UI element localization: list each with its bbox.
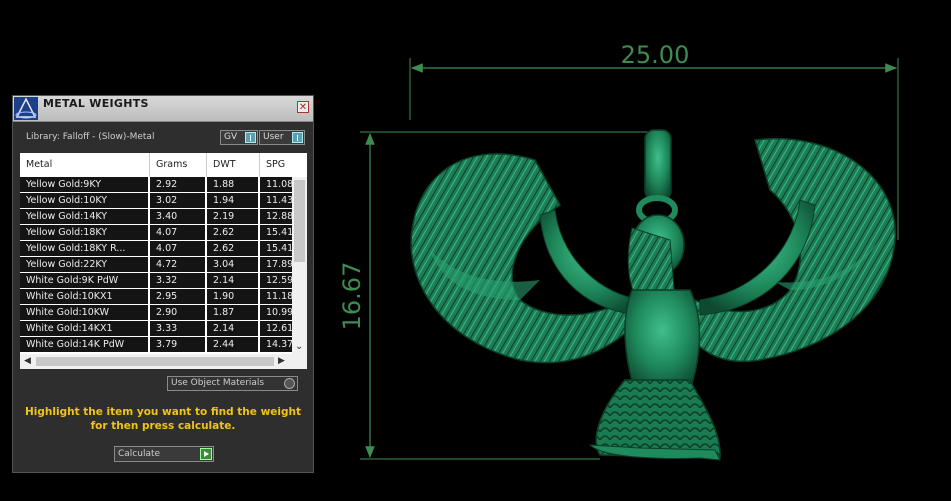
column-header-metal[interactable]: Metal: [20, 153, 150, 177]
cell-spg: 11.43: [260, 193, 292, 208]
cell-dwt: 2.14: [207, 321, 258, 336]
cell-spg: 15.41: [260, 225, 292, 240]
cell-spg: 14.37: [260, 337, 292, 352]
cell-metal: Yellow Gold:22KY: [20, 257, 148, 272]
cell-metal: White Gold:14KX1: [20, 321, 148, 336]
isis-pendant-model: [410, 129, 896, 461]
cell-metal: White Gold:10KX1: [20, 289, 148, 304]
width-dimension-label: 25.00: [621, 41, 690, 69]
table-row[interactable]: Yellow Gold:10KY 3.02 1.94 11.43: [20, 193, 292, 209]
cell-dwt: 2.62: [207, 225, 258, 240]
cell-metal: Yellow Gold:18KY R...: [20, 241, 148, 256]
panel-title: METAL WEIGHTS: [43, 97, 149, 110]
chevron-down-icon[interactable]: ⌄: [295, 342, 303, 352]
cell-spg: 12.61: [260, 321, 292, 336]
toggle-switch-icon: [245, 132, 256, 143]
calculate-button[interactable]: Calculate: [114, 446, 214, 462]
table-row[interactable]: White Gold:10KW 2.90 1.87 10.99: [20, 305, 292, 321]
cell-dwt: 1.90: [207, 289, 258, 304]
cell-spg: 11.18: [260, 289, 292, 304]
cell-dwt: 1.94: [207, 193, 258, 208]
table-row[interactable]: Yellow Gold:18KY 4.07 2.62 15.41: [20, 225, 292, 241]
cell-grams: 2.92: [150, 177, 205, 192]
table-row[interactable]: White Gold:14K PdW 3.79 2.44 14.37: [20, 337, 292, 353]
close-button[interactable]: ✕: [297, 101, 309, 113]
cell-grams: 4.72: [150, 257, 205, 272]
cell-dwt: 2.19: [207, 209, 258, 224]
cell-dwt: 1.87: [207, 305, 258, 320]
cell-spg: 17.89: [260, 257, 292, 272]
radio-icon: [284, 378, 295, 389]
cell-dwt: 1.88: [207, 177, 258, 192]
table-row[interactable]: White Gold:14KX1 3.33 2.14 12.61: [20, 321, 292, 337]
toggle-switch-icon: [292, 132, 303, 143]
cell-metal: Yellow Gold:18KY: [20, 225, 148, 240]
close-icon: ✕: [298, 102, 308, 113]
column-header-spg[interactable]: SPG: [260, 153, 292, 177]
cell-spg: 12.88: [260, 209, 292, 224]
cell-dwt: 3.04: [207, 257, 258, 272]
cell-metal: White Gold:9K PdW: [20, 273, 148, 288]
horizontal-scrollbar[interactable]: ◀ ▶: [20, 354, 307, 369]
column-header-dwt[interactable]: DWT: [207, 153, 260, 177]
help-text: Highlight the item you want to find the …: [25, 406, 301, 432]
cell-grams: 4.07: [150, 225, 205, 240]
cell-metal: White Gold:14K PdW: [20, 337, 148, 352]
cell-spg: 15.41: [260, 241, 292, 256]
cell-dwt: 2.44: [207, 337, 258, 352]
gv-toggle-label: GV: [224, 132, 238, 142]
table-row[interactable]: White Gold:9K PdW 3.32 2.14 12.59: [20, 273, 292, 289]
gemvision-logo-icon: [14, 97, 38, 120]
cell-grams: 2.90: [150, 305, 205, 320]
metal-weights-table[interactable]: Metal Grams DWT SPG Yellow Gold:9KY 2.92 1…: [20, 153, 307, 369]
gv-toggle[interactable]: GV: [220, 130, 258, 145]
cell-dwt: 2.62: [207, 241, 258, 256]
cell-spg: 11.08: [260, 177, 292, 192]
cell-grams: 3.40: [150, 209, 205, 224]
vertical-scrollbar-thumb[interactable]: [294, 180, 305, 262]
cell-grams: 2.95: [150, 289, 205, 304]
column-header-grams[interactable]: Grams: [150, 153, 207, 177]
table-body: Yellow Gold:9KY 2.92 1.88 11.08 Yellow Gold…: [20, 177, 292, 353]
user-toggle[interactable]: User: [259, 130, 305, 145]
cell-grams: 3.32: [150, 273, 205, 288]
use-object-materials-label: Use Object Materials: [171, 378, 265, 388]
cell-metal: Yellow Gold:14KY: [20, 209, 148, 224]
calculate-button-label: Calculate: [118, 449, 161, 459]
cell-metal: Yellow Gold:10KY: [20, 193, 148, 208]
cell-spg: 10.99: [260, 305, 292, 320]
table-header: Metal Grams DWT SPG: [20, 153, 292, 177]
chevron-right-icon[interactable]: ▶: [278, 356, 285, 366]
use-object-materials-toggle[interactable]: Use Object Materials: [167, 376, 298, 391]
height-dimension-label: 16.67: [338, 262, 366, 331]
metal-weights-panel: METAL WEIGHTS ✕ Library: Falloff - (Slow…: [12, 95, 314, 473]
cell-grams: 3.33: [150, 321, 205, 336]
cell-metal: Yellow Gold:9KY: [20, 177, 148, 192]
cell-spg: 12.59: [260, 273, 292, 288]
user-toggle-label: User: [263, 132, 284, 142]
table-row[interactable]: Yellow Gold:22KY 4.72 3.04 17.89: [20, 257, 292, 273]
horizontal-scrollbar-thumb[interactable]: [36, 357, 274, 366]
cell-dwt: 2.14: [207, 273, 258, 288]
cell-grams: 4.07: [150, 241, 205, 256]
cell-grams: 3.79: [150, 337, 205, 352]
table-row[interactable]: Yellow Gold:9KY 2.92 1.88 11.08: [20, 177, 292, 193]
panel-titlebar[interactable]: METAL WEIGHTS ✕: [13, 96, 313, 122]
vertical-scrollbar[interactable]: ⌄: [292, 177, 307, 354]
table-row[interactable]: Yellow Gold:18KY R... 4.07 2.62 15.41: [20, 241, 292, 257]
chevron-left-icon[interactable]: ◀: [24, 356, 31, 366]
library-label: Library: Falloff - (Slow)-Metal: [26, 132, 155, 142]
cell-grams: 3.02: [150, 193, 205, 208]
table-row[interactable]: Yellow Gold:14KY 3.40 2.19 12.88: [20, 209, 292, 225]
play-icon: [200, 448, 212, 460]
cell-metal: White Gold:10KW: [20, 305, 148, 320]
table-row[interactable]: White Gold:10KX1 2.95 1.90 11.18: [20, 289, 292, 305]
